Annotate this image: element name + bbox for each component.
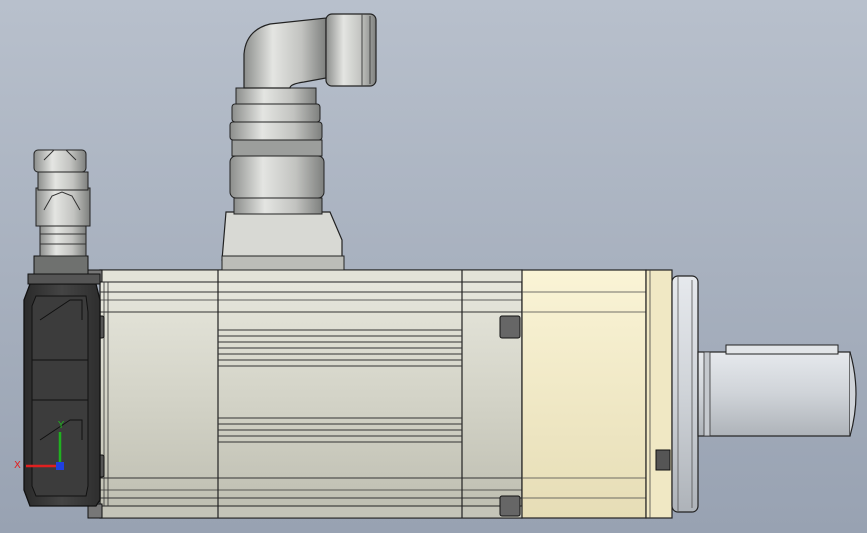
servo-motor-model[interactable]: Y X bbox=[0, 0, 867, 533]
motor-housing[interactable] bbox=[99, 269, 523, 519]
encoder-connector[interactable] bbox=[33, 149, 91, 275]
output-shaft[interactable] bbox=[697, 344, 857, 437]
graphics-viewport[interactable]: Y X bbox=[0, 0, 867, 533]
front-flange[interactable] bbox=[521, 269, 673, 519]
power-connector[interactable] bbox=[221, 13, 377, 271]
encoder-cover[interactable] bbox=[23, 273, 101, 507]
pilot-disc bbox=[671, 275, 699, 513]
triad-y-label: Y bbox=[57, 420, 65, 431]
triad-x-label: X bbox=[14, 460, 21, 471]
